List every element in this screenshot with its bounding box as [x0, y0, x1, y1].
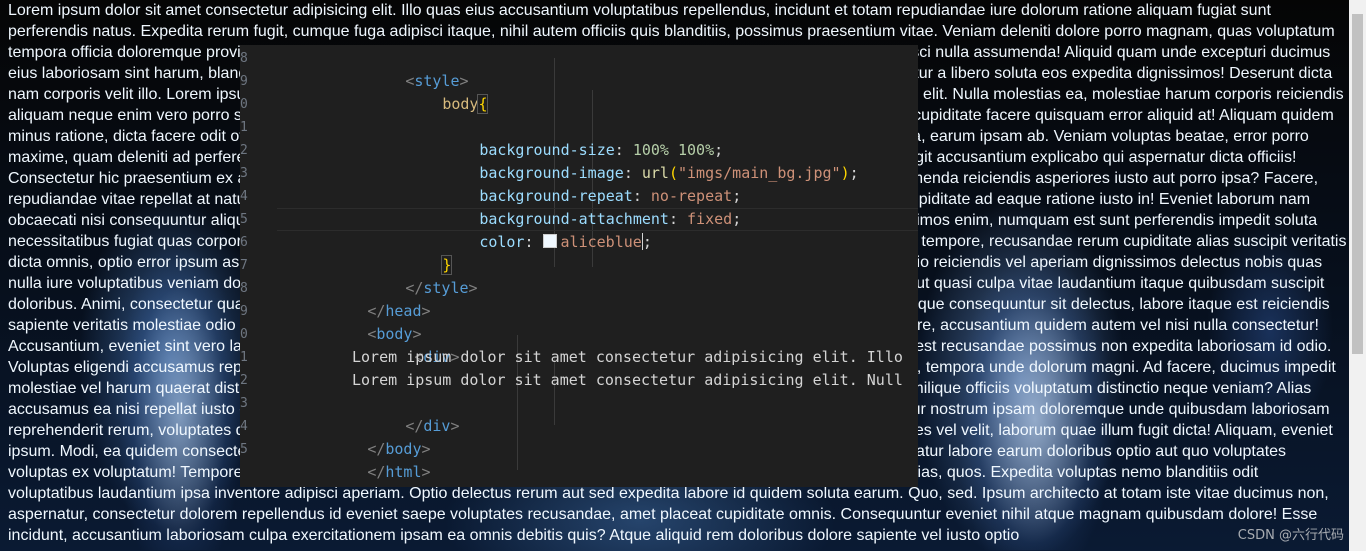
- line-number: 1: [240, 120, 248, 135]
- watermark: CSDN @六行代码: [1237, 528, 1344, 543]
- browser-page: Lorem ipsum dolor sit amet consectetur a…: [0, 0, 1366, 551]
- code-line[interactable]: 0 <div>: [240, 323, 918, 366]
- tag-bracket: >: [421, 463, 431, 481]
- scrollbar-thumb[interactable]: [1352, 14, 1363, 354]
- line-number: 4: [240, 419, 248, 434]
- line-number: 0: [240, 97, 248, 112]
- line-number: 8: [240, 51, 248, 66]
- current-code-line[interactable]: 5 color: aliceblue;: [240, 208, 918, 251]
- code-line[interactable]: 0: [240, 93, 918, 116]
- line-number: 6: [240, 235, 248, 250]
- code-line[interactable]: 3 </div>: [240, 392, 918, 435]
- page-scrollbar[interactable]: [1349, 0, 1366, 551]
- line-number: 2: [240, 143, 248, 158]
- line-number: 2: [240, 373, 248, 388]
- tag-bracket: </: [367, 463, 386, 481]
- html-text: Lorem ipsum dolor sit amet consectetur a…: [352, 348, 903, 366]
- code-line[interactable]: 3 background-repeat: no-repeat;: [240, 162, 918, 205]
- code-line[interactable]: 7 </style>: [240, 254, 918, 297]
- line-number: 3: [240, 166, 248, 181]
- code-line[interactable]: 4 background-attachment: fixed;: [240, 185, 918, 228]
- tag-name: html: [385, 463, 422, 481]
- line-number: 5: [240, 442, 248, 457]
- line-number: 4: [240, 189, 248, 204]
- code-line[interactable]: 2 background-image: url("imgs/main_bg.jp…: [240, 139, 918, 182]
- code-line[interactable]: 9 body{: [240, 70, 918, 114]
- line-number: 8: [240, 281, 248, 296]
- code-line[interactable]: 9 <body>: [240, 300, 918, 343]
- code-line[interactable]: 2 Lorem ipsum dolor sit amet consectetur…: [240, 369, 918, 392]
- code-line[interactable]: 4 </body>: [240, 415, 918, 458]
- code-line[interactable]: 8 </head>: [240, 277, 918, 320]
- code-line[interactable]: 6 }: [240, 231, 918, 275]
- code-line[interactable]: 1 background-size: 100% 100%;: [240, 116, 918, 159]
- code-line[interactable]: 8 <style>: [240, 47, 918, 90]
- code-line[interactable]: 1 Lorem ipsum dolor sit amet consectetur…: [240, 346, 918, 369]
- line-number: 7: [240, 258, 248, 273]
- line-number: 5: [240, 212, 248, 227]
- line-number: 9: [240, 74, 248, 89]
- html-text: Lorem ipsum dolor sit amet consectetur a…: [352, 371, 903, 389]
- line-number: 1: [240, 350, 248, 365]
- code-editor-overlay[interactable]: 8 <style> 9 body{ 0 1 background-size: 1…: [240, 45, 918, 487]
- line-number: 3: [240, 396, 248, 411]
- code-line[interactable]: 5 </html>: [240, 438, 918, 481]
- line-number: 0: [240, 327, 248, 342]
- line-number: 9: [240, 304, 248, 319]
